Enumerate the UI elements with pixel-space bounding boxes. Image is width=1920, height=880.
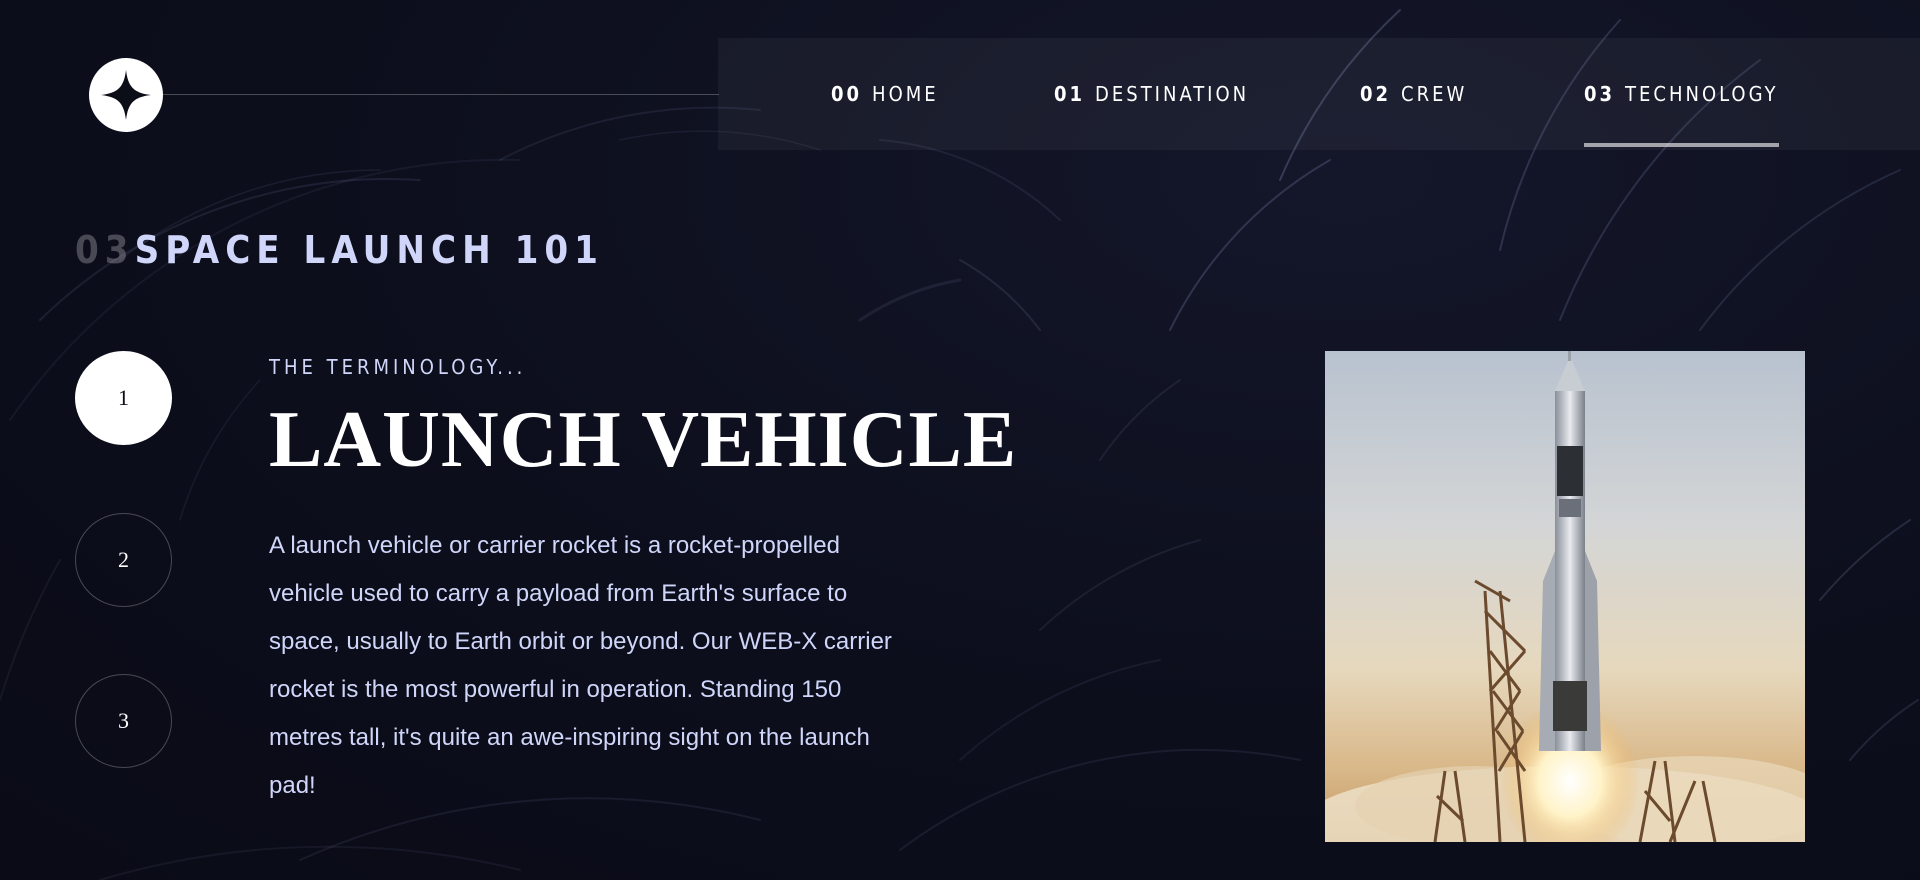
step-label: 3 — [118, 708, 129, 733]
technology-title: LAUNCH VEHICLE — [269, 396, 1018, 484]
technology-description: A launch vehicle or carrier rocket is a … — [269, 532, 892, 799]
nav-item-number: 02 — [1360, 82, 1392, 106]
nav-item-number: 01 — [1054, 82, 1086, 106]
four-point-star-icon — [101, 70, 151, 120]
nav-item-destination[interactable]: 01 DESTINATION — [1054, 38, 1249, 150]
nav-item-crew[interactable]: 02 CREW — [1360, 38, 1467, 150]
nav-item-home[interactable]: 00 HOME — [831, 38, 939, 150]
nav-item-label: DESTINATION — [1095, 82, 1250, 106]
nav-item-number: 00 — [831, 82, 863, 106]
rocket-illustration — [1325, 351, 1805, 842]
logo[interactable] — [89, 58, 163, 132]
header-divider — [163, 94, 719, 95]
page-heading-text: SPACE LAUNCH 101 — [134, 228, 604, 272]
nav-item-number: 03 — [1584, 82, 1616, 106]
page-heading-number: 03 — [75, 228, 135, 272]
page-heading: 03SPACE LAUNCH 101 — [75, 228, 604, 272]
terminology-subheading: THE TERMINOLOGY... — [269, 355, 527, 379]
rocket-launch-image — [1325, 351, 1805, 842]
nav-item-technology[interactable]: 03 TECHNOLOGY — [1584, 38, 1779, 150]
nav-item-label: HOME — [872, 82, 939, 106]
nav-item-label: CREW — [1401, 82, 1468, 106]
step-button-2[interactable]: 2 — [75, 513, 172, 607]
nav-item-label: TECHNOLOGY — [1625, 82, 1779, 106]
step-button-3[interactable]: 3 — [75, 674, 172, 768]
step-button-1[interactable]: 1 — [75, 351, 172, 445]
step-label: 2 — [118, 547, 129, 572]
primary-nav: 00 HOME 01 DESTINATION 02 CREW 03 TECHNO… — [718, 38, 1920, 150]
step-label: 1 — [118, 385, 129, 410]
